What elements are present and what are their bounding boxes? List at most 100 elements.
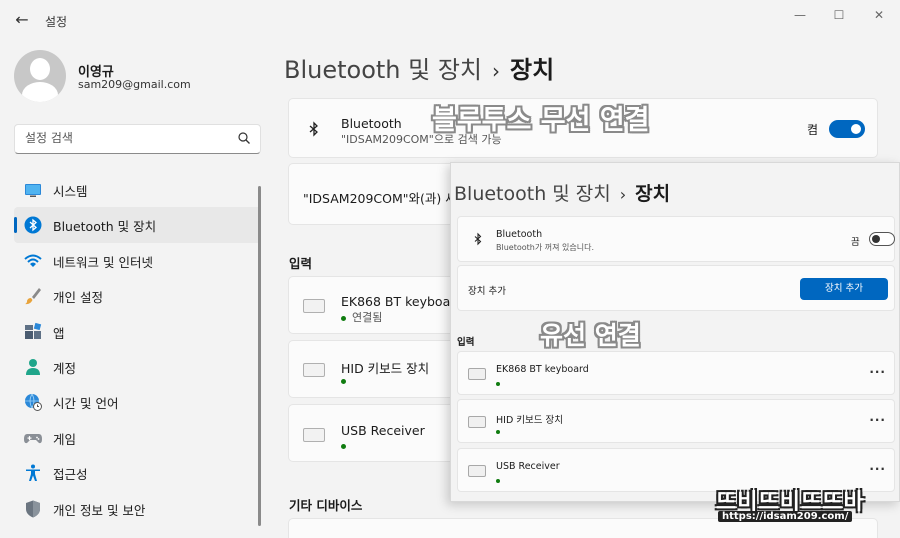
bluetooth-toggle-label: 켬 (807, 123, 819, 137)
device-status (496, 476, 506, 485)
breadcrumb-separator: › (492, 59, 501, 83)
keyboard-icon (468, 368, 486, 380)
bluetooth-title: Bluetooth (341, 116, 402, 131)
overlay-page-title: Bluetooth 및 장치 › 장치 (454, 179, 670, 206)
device-name: HID 키보드 장치 (341, 361, 430, 376)
sidebar-item-label: 계정 (53, 360, 77, 376)
back-arrow-icon[interactable]: ← (10, 8, 34, 32)
breadcrumb-parent[interactable]: Bluetooth 및 장치 (284, 56, 482, 84)
sidebar-item-privacy-security[interactable]: 개인 정보 및 보안 (14, 491, 261, 526)
device-status (496, 427, 506, 436)
connected-dot-icon (496, 429, 500, 434)
sidebar-item-label: 접근성 (53, 467, 88, 483)
sidebar-item-apps[interactable]: 앱 (14, 314, 261, 349)
more-options-icon[interactable]: ··· (869, 462, 886, 476)
overlay-bluetooth-card: Bluetooth Bluetooth가 꺼져 있습니다. 끔 (457, 216, 895, 262)
sidebar-item-bluetooth[interactable]: Bluetooth 및 장치 (14, 207, 261, 243)
sidebar-scrollbar[interactable] (258, 186, 261, 526)
keyboard-icon (303, 299, 325, 313)
device-status (341, 439, 352, 452)
search-icon[interactable] (237, 131, 251, 145)
bluetooth-icon (474, 232, 482, 246)
sidebar-item-label: 개인 정보 및 보안 (53, 502, 146, 518)
bluetooth-toggle[interactable] (829, 120, 865, 138)
keyboard-icon (468, 416, 486, 428)
wireless-annotation: 블루투스 무선 연결 (432, 105, 650, 136)
sidebar-item-accessibility[interactable]: 접근성 (14, 455, 261, 490)
device-row[interactable]: HID 키보드 장치 ··· (457, 399, 895, 443)
minimize-icon[interactable]: — (788, 6, 812, 24)
connected-dot-icon (496, 381, 500, 386)
bluetooth-title: Bluetooth (496, 229, 543, 240)
maximize-icon[interactable]: ☐ (827, 6, 851, 24)
more-options-icon[interactable]: ··· (869, 413, 886, 427)
breadcrumb-parent[interactable]: Bluetooth 및 장치 (454, 183, 611, 205)
globe-clock-icon (25, 394, 42, 412)
add-device-label: 장치 추가 (468, 286, 506, 297)
sidebar-item-accounts[interactable]: 계정 (14, 349, 261, 384)
connected-dot-icon (496, 478, 500, 483)
breadcrumb-current: 장치 (510, 56, 555, 84)
bluetooth-icon (309, 121, 318, 137)
close-icon[interactable]: ✕ (867, 6, 891, 24)
sidebar-item-personalization[interactable]: 개인 설정 (14, 278, 261, 313)
device-name: HID 키보드 장치 (496, 415, 564, 426)
apps-icon (25, 322, 42, 339)
brush-icon (25, 288, 41, 305)
system-icon (25, 184, 41, 197)
bluetooth-toggle[interactable] (869, 232, 895, 246)
sidebar-item-label: 개인 설정 (53, 290, 103, 306)
sidebar-item-label: 네트워크 및 인터넷 (53, 254, 153, 270)
device-name: EK868 BT keyboard (341, 294, 464, 309)
title-bar: ← 설정 — ☐ ✕ (0, 0, 900, 40)
gamepad-icon (24, 433, 42, 443)
device-name: EK868 BT keyboard (496, 364, 589, 375)
breadcrumb-separator: › (619, 185, 627, 204)
bluetooth-icon (24, 216, 42, 234)
device-name: USB Receiver (341, 423, 425, 438)
device-name: USB Receiver (496, 461, 560, 472)
keyboard-icon (303, 428, 325, 442)
settings-search-box[interactable] (14, 124, 261, 154)
input-section-label: 입력 (457, 337, 475, 348)
sidebar-item-network[interactable]: 네트워크 및 인터넷 (14, 243, 261, 278)
connected-dot-icon (341, 443, 346, 449)
app-title: 설정 (45, 15, 68, 29)
sidebar-item-system[interactable]: 시스템 (14, 172, 261, 207)
user-email: sam209@gmail.com (78, 78, 191, 91)
keyboard-icon (468, 465, 486, 477)
watermark-url: https://idsam209.com/ (718, 511, 853, 522)
wifi-icon (24, 254, 42, 267)
more-options-icon[interactable]: ··· (869, 365, 886, 379)
watermark: 뜨비뜨비뜨뜨바 https://idsam209.com/ (704, 484, 894, 528)
avatar[interactable] (14, 50, 66, 102)
sidebar-item-gaming[interactable]: 게임 (14, 420, 261, 455)
sidebar-item-label: 게임 (53, 431, 77, 447)
sidebar-nav: 시스템 Bluetooth 및 장치 네트워크 및 인터넷 개인 설정 앱 계정… (14, 172, 261, 526)
bluetooth-toggle-label: 끔 (851, 237, 860, 248)
sidebar-item-time-language[interactable]: 시간 및 언어 (14, 384, 261, 419)
sidebar-item-label: 시간 및 언어 (53, 396, 119, 412)
device-status (341, 374, 352, 387)
device-row[interactable]: EK868 BT keyboard ··· (457, 351, 895, 395)
add-device-button[interactable]: 장치 추가 (800, 278, 888, 300)
sidebar: 이영규 sam209@gmail.com 시스템 Bluetooth 및 장치 (0, 40, 270, 538)
search-input[interactable] (25, 131, 225, 145)
breadcrumb-current: 장치 (635, 183, 671, 205)
wired-annotation: 유선 연결 (540, 321, 641, 350)
input-section-label: 입력 (289, 256, 313, 271)
accessibility-icon (26, 464, 40, 482)
overlay-window: Bluetooth 및 장치 › 장치 Bluetooth Bluetooth가 꺼… (450, 162, 900, 502)
keyboard-icon (303, 363, 325, 377)
device-status (496, 379, 506, 388)
sidebar-item-label: 시스템 (53, 184, 88, 199)
connected-dot-icon (341, 378, 346, 384)
bluetooth-subtitle: Bluetooth가 꺼져 있습니다. (496, 243, 594, 252)
sidebar-item-label: Bluetooth 및 장치 (53, 219, 157, 235)
shield-icon (26, 500, 40, 518)
account-icon (26, 358, 40, 375)
add-device-card: 장치 추가 장치 추가 (457, 265, 895, 311)
device-status: 연결됨 (341, 309, 382, 325)
page-title: Bluetooth 및 장치 › 장치 (284, 50, 554, 85)
discoverable-text: "IDSAM209COM"와(과) 새 (303, 191, 457, 206)
